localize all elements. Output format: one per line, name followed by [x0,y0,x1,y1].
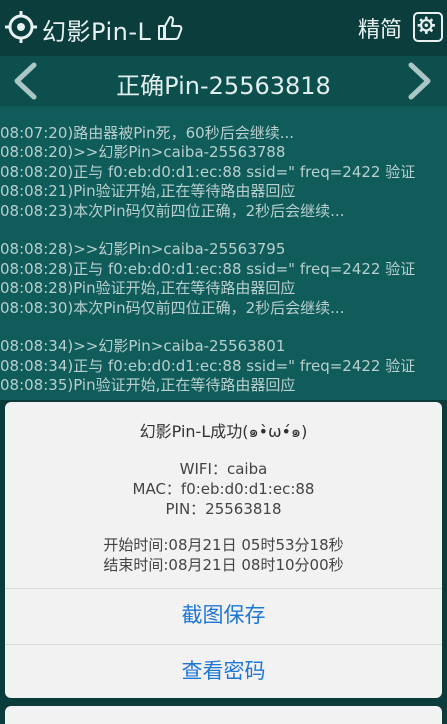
log-line: 08:08:28)Pin验证开始,正在等待路由器回应 [0,279,296,298]
dialog-title: 幻影Pin-L成功(๑•̀ω•́๑) [139,422,308,441]
pin-nav-bar: 正确Pin-25563818 [0,56,447,106]
app-logo-icon [5,11,37,43]
bottom-sheet-edge [5,706,442,724]
log-line: 08:08:35)Pin验证开始,正在等待路由器回应 [0,376,296,395]
thumbs-up-icon[interactable] [156,14,184,42]
screenshot-save-button[interactable]: 截图保存 [5,588,442,641]
log-line: 08:08:28)正与 f0:eb:d0:d1:ec:88 ssid=" fre… [0,259,416,278]
log-spacer [0,221,447,240]
start-time: 开始时间:08月21日 05时53分18秒 [103,536,344,554]
end-time: 结束时间:08月21日 08时10分00秒 [103,556,344,574]
log-spacer [0,318,447,337]
app-bar: 幻影Pin-L 精简 [0,0,447,56]
log-line: 08:07:20)路由器被Pin死，60秒后会继续... [0,124,295,142]
log-line: 08:08:28)>>幻影Pin>caiba-25563795 [0,240,286,259]
wifi-info: WIFI：caiba [179,460,268,478]
gear-icon[interactable] [413,12,443,42]
log-line: 08:08:23)本次Pin码仅前四位正确，2秒后会继续... [0,201,345,220]
simplified-toggle[interactable]: 精简 [358,12,402,44]
log-list: 08:07:20)路由器被Pin死，60秒后会继续... 08:08:20)>>幻… [0,124,447,395]
log-line: 08:08:20)>>幻影Pin>caiba-25563788 [0,143,286,162]
success-dialog: 幻影Pin-L成功(๑•̀ω•́๑) WIFI：caiba MAC：f0:eb:… [5,402,442,698]
app-title: 幻影Pin-L [42,18,152,46]
log-line: 08:08:34)>>幻影Pin>caiba-25563801 [0,337,286,356]
view-password-button[interactable]: 查看密码 [5,644,442,697]
pin-title: 正确Pin-25563818 [116,72,331,100]
log-line: 08:08:20)正与 f0:eb:d0:d1:ec:88 ssid=" fre… [0,162,416,181]
next-arrow-icon[interactable] [405,62,435,100]
mac-info: MAC：f0:eb:d0:d1:ec:88 [132,480,315,498]
log-line: 08:08:34)正与 f0:eb:d0:d1:ec:88 ssid=" fre… [0,356,416,375]
log-line: 08:08:21)Pin验证开始,正在等待路由器回应 [0,182,296,201]
log-line: 08:08:30)本次Pin码仅前四位正确，2秒后会继续... [0,298,345,317]
pin-info: PIN：25563818 [165,500,282,518]
